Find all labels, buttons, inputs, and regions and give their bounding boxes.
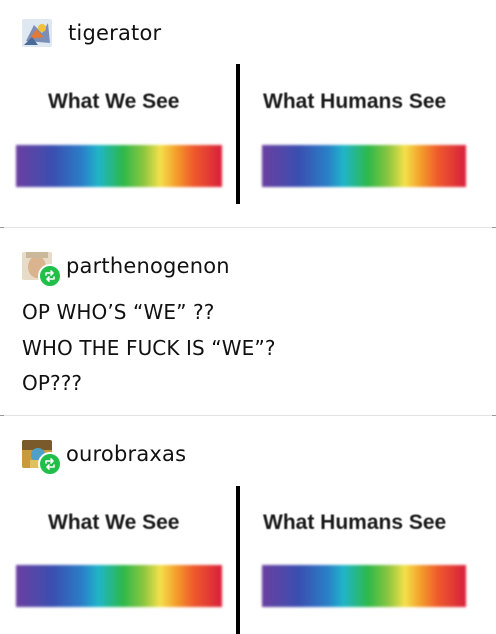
reblog-arrows-icon [38, 452, 62, 476]
spectrum-bar-humans [262, 565, 466, 607]
avatar[interactable] [22, 252, 62, 288]
left-title: What We See [48, 90, 180, 113]
username[interactable]: tigerator [68, 21, 161, 45]
spectrum-bar-we [16, 145, 222, 187]
post-header: parthenogenon [22, 252, 230, 288]
post-parthenogenon: parthenogenon OP WHO’S “WE” ?? WHO THE F… [0, 228, 496, 416]
post-text-line: OP??? [22, 371, 83, 395]
reblog-arrows-icon [38, 264, 62, 288]
post-text-line: WHO THE FUCK IS “WE”? [22, 336, 276, 360]
right-title: What Humans See [263, 511, 447, 534]
post-text-line: OP WHO’S “WE” ?? [22, 300, 215, 324]
post-header: ourobraxas [22, 440, 186, 476]
spectrum-bar-we [16, 565, 222, 607]
post-ourobraxas: ourobraxas What We See What Humans See [0, 416, 496, 634]
right-title: What Humans See [263, 90, 447, 113]
avatar-image [22, 19, 52, 47]
comparison-image: What We See What Humans See [0, 64, 496, 204]
username[interactable]: parthenogenon [66, 254, 230, 278]
spectrum-bar-humans [262, 145, 466, 187]
divider [236, 64, 240, 204]
left-title: What We See [48, 511, 180, 534]
post-tigerator: tigerator What We See What Humans See [0, 0, 496, 228]
divider [236, 486, 240, 634]
post-header: tigerator [22, 19, 161, 47]
avatar[interactable] [22, 440, 62, 476]
avatar[interactable] [22, 19, 52, 47]
username[interactable]: ourobraxas [66, 442, 186, 466]
comparison-image: What We See What Humans See [0, 486, 496, 634]
